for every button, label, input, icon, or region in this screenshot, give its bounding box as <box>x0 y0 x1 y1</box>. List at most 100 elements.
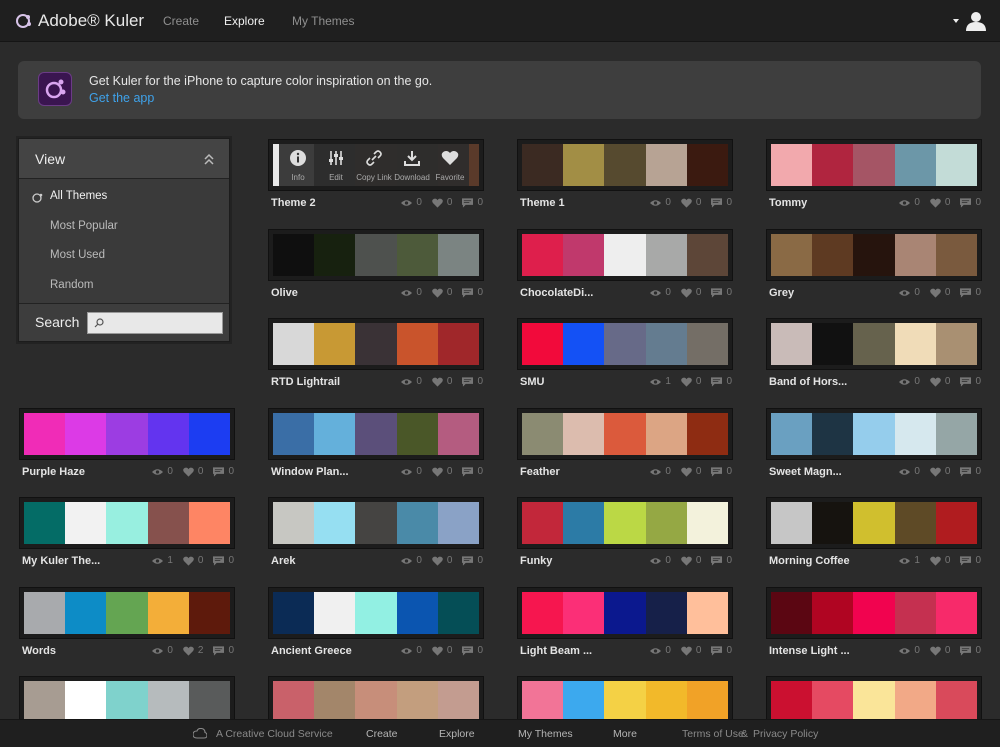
theme-card[interactable]: Olive 0 0 0 <box>269 230 483 312</box>
theme-card[interactable]: Light Beam ... 0 0 0 <box>518 588 732 670</box>
color-swatch[interactable] <box>355 413 397 455</box>
view-most-popular[interactable]: Most Popular <box>50 220 118 232</box>
theme-palette[interactable] <box>20 409 234 459</box>
color-swatch[interactable] <box>604 323 646 365</box>
color-swatch[interactable] <box>771 592 813 634</box>
color-swatch[interactable] <box>188 502 231 544</box>
theme-card[interactable]: Words 0 2 0 <box>20 588 234 670</box>
theme-name[interactable]: RTD Lightrail <box>271 376 340 388</box>
color-swatch[interactable] <box>522 413 564 455</box>
theme-palette[interactable] <box>20 588 234 638</box>
color-swatch[interactable] <box>396 592 438 634</box>
theme-palette[interactable] <box>518 588 732 638</box>
theme-name[interactable]: Window Plan... <box>271 466 349 478</box>
color-swatch[interactable] <box>935 323 978 365</box>
color-swatch[interactable] <box>355 592 397 634</box>
color-swatch[interactable] <box>686 413 729 455</box>
color-swatch[interactable] <box>563 681 605 723</box>
color-swatch[interactable] <box>355 681 397 723</box>
kuler-logo-icon[interactable] <box>14 12 32 30</box>
color-swatch[interactable] <box>563 323 605 365</box>
color-swatch[interactable] <box>106 681 148 723</box>
theme-name[interactable]: Theme 1 <box>520 197 565 209</box>
color-swatch[interactable] <box>437 323 480 365</box>
theme-card[interactable]: Purple Haze 0 0 0 <box>20 409 234 491</box>
color-swatch[interactable] <box>894 413 936 455</box>
color-swatch[interactable] <box>853 502 895 544</box>
nav-my-themes[interactable]: My Themes <box>292 14 354 28</box>
download-button[interactable]: Download <box>393 144 431 186</box>
theme-name[interactable]: Olive <box>271 287 298 299</box>
color-swatch[interactable] <box>106 413 148 455</box>
color-swatch[interactable] <box>812 413 854 455</box>
theme-name[interactable]: Feather <box>520 466 560 478</box>
color-swatch[interactable] <box>273 234 315 276</box>
theme-card[interactable]: My Kuler The... 1 0 0 <box>20 498 234 580</box>
color-swatch[interactable] <box>604 234 646 276</box>
color-swatch[interactable] <box>812 592 854 634</box>
color-swatch[interactable] <box>65 681 107 723</box>
theme-card[interactable]: Arek 0 0 0 <box>269 498 483 580</box>
color-swatch[interactable] <box>686 234 729 276</box>
theme-name[interactable]: Intense Light ... <box>769 645 850 657</box>
footer-explore[interactable]: Explore <box>439 728 475 740</box>
color-swatch[interactable] <box>853 144 895 186</box>
theme-name[interactable]: Ancient Greece <box>271 645 352 657</box>
chevron-up-icon[interactable] <box>203 153 215 165</box>
color-swatch[interactable] <box>522 681 564 723</box>
theme-card[interactable]: Grey 0 0 0 <box>767 230 981 312</box>
color-swatch[interactable] <box>273 681 315 723</box>
theme-name[interactable]: Morning Coffee <box>769 555 850 567</box>
color-swatch[interactable] <box>935 413 978 455</box>
color-swatch[interactable] <box>522 234 564 276</box>
theme-palette[interactable] <box>20 498 234 548</box>
get-app-link[interactable]: Get the app <box>89 91 154 105</box>
theme-name[interactable]: Arek <box>271 555 295 567</box>
color-swatch[interactable] <box>396 413 438 455</box>
theme-palette[interactable] <box>269 319 483 369</box>
nav-explore[interactable]: Explore <box>224 14 265 28</box>
color-swatch[interactable] <box>24 681 66 723</box>
theme-card[interactable]: Funky 0 0 0 <box>518 498 732 580</box>
theme-palette[interactable] <box>269 588 483 638</box>
color-swatch[interactable] <box>188 681 231 723</box>
color-swatch[interactable] <box>106 592 148 634</box>
theme-name[interactable]: Band of Hors... <box>769 376 847 388</box>
theme-name[interactable]: Funky <box>520 555 552 567</box>
color-swatch[interactable] <box>604 681 646 723</box>
color-swatch[interactable] <box>771 323 813 365</box>
color-swatch[interactable] <box>812 144 854 186</box>
search-box[interactable] <box>87 312 223 334</box>
color-swatch[interactable] <box>935 681 978 723</box>
theme-card[interactable]: RTD Lightrail 0 0 0 <box>269 319 483 401</box>
color-swatch[interactable] <box>563 144 605 186</box>
color-swatch[interactable] <box>563 592 605 634</box>
color-swatch[interactable] <box>396 323 438 365</box>
theme-card[interactable]: Theme 2 0 0 0 Info Edit Copy Link Download Favor… <box>269 140 483 222</box>
color-swatch[interactable] <box>604 413 646 455</box>
color-swatch[interactable] <box>522 592 564 634</box>
color-swatch[interactable] <box>771 234 813 276</box>
color-swatch[interactable] <box>273 592 315 634</box>
color-swatch[interactable] <box>771 144 813 186</box>
theme-palette[interactable] <box>767 409 981 459</box>
color-swatch[interactable] <box>437 681 480 723</box>
color-swatch[interactable] <box>65 413 107 455</box>
color-swatch[interactable] <box>604 592 646 634</box>
color-swatch[interactable] <box>65 502 107 544</box>
color-swatch[interactable] <box>522 144 564 186</box>
edit-button[interactable]: Edit <box>317 144 355 186</box>
color-swatch[interactable] <box>65 592 107 634</box>
user-menu-icon[interactable] <box>952 11 986 31</box>
view-header[interactable]: View <box>19 139 229 179</box>
color-swatch[interactable] <box>396 681 438 723</box>
footer-my-themes[interactable]: My Themes <box>518 728 573 740</box>
theme-card[interactable]: Ancient Greece 0 0 0 <box>269 588 483 670</box>
theme-palette[interactable] <box>518 140 732 190</box>
color-swatch[interactable] <box>645 144 687 186</box>
color-swatch[interactable] <box>686 592 729 634</box>
theme-name[interactable]: Light Beam ... <box>520 645 592 657</box>
color-swatch[interactable] <box>24 592 66 634</box>
color-swatch[interactable] <box>645 592 687 634</box>
color-swatch[interactable] <box>273 323 315 365</box>
